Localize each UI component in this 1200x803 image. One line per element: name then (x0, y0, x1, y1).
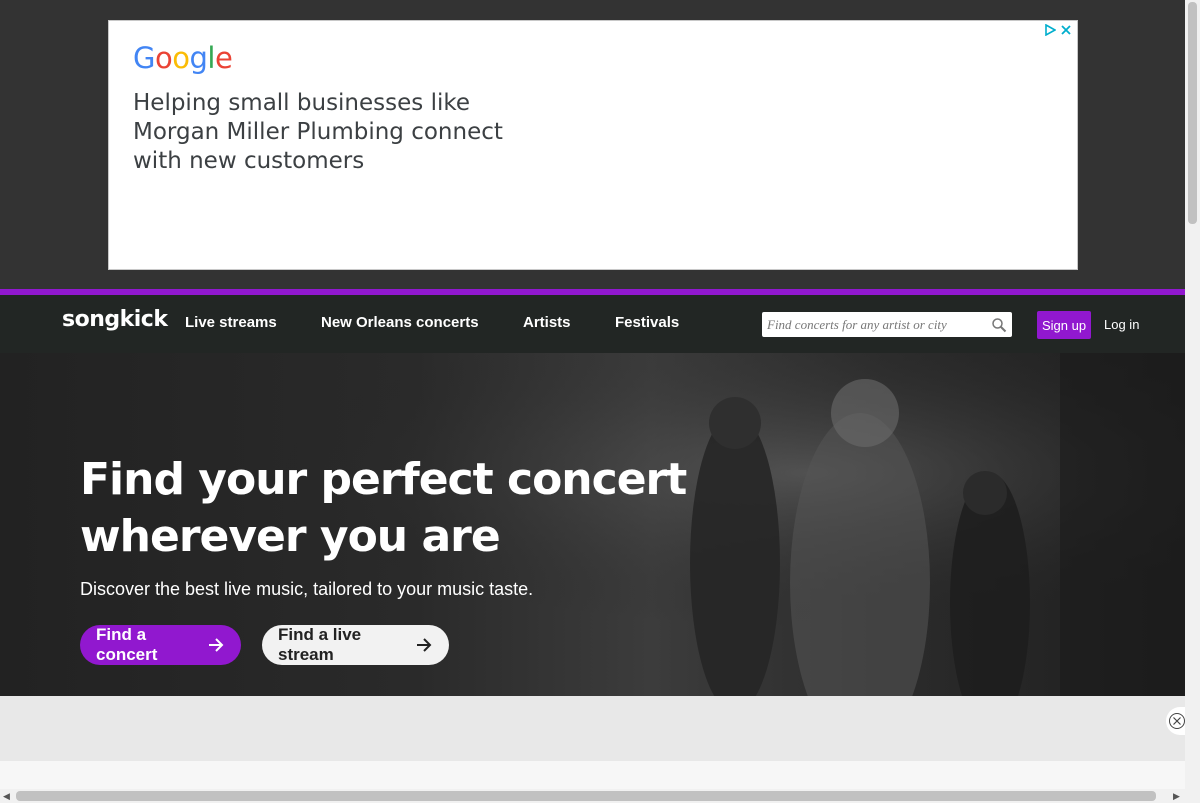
scroll-left-icon[interactable]: ◀ (3, 791, 13, 801)
top-nav: songkick Live streams New Orleans concer… (0, 295, 1185, 353)
arrow-right-icon (207, 636, 225, 654)
search-box (762, 312, 1012, 337)
nav-link-artists[interactable]: Artists (523, 314, 571, 331)
scroll-right-icon[interactable]: ▶ (1173, 791, 1183, 801)
close-icon[interactable] (1059, 23, 1073, 37)
vertical-scrollbar[interactable] (1185, 0, 1200, 789)
find-live-stream-label: Find a live stream (278, 625, 362, 664)
horizontal-scrollbar[interactable]: ◀ ▶ (0, 789, 1200, 803)
bottom-ad-slot (0, 696, 1185, 761)
hero-title: Find your perfect concert wherever you a… (80, 454, 687, 562)
google-ad-banner[interactable]: Google Helping small businesses like Mor… (108, 20, 1078, 270)
nav-link-festivals[interactable]: Festivals (615, 314, 679, 331)
hero-section: Find your perfect concert wherever you a… (0, 353, 1185, 696)
find-concert-label: Find a concert (96, 625, 158, 664)
page-content-area (0, 761, 1185, 789)
nav-link-live-streams[interactable]: Live streams (185, 314, 277, 331)
hero-subtitle: Discover the best live music, tailored t… (80, 579, 534, 599)
search-icon[interactable] (991, 317, 1007, 333)
arrow-right-icon (415, 636, 433, 654)
adchoices-icon[interactable] (1043, 23, 1057, 37)
find-live-stream-button[interactable]: Find a live stream (262, 625, 449, 665)
horizontal-scrollbar-thumb[interactable] (16, 791, 1156, 801)
find-concert-button[interactable]: Find a concert (80, 625, 241, 665)
google-logo: Google (133, 41, 233, 75)
search-input[interactable] (767, 312, 987, 337)
sign-up-button[interactable]: Sign up (1037, 311, 1091, 339)
log-in-link[interactable]: Log in (1104, 317, 1139, 332)
vertical-scrollbar-thumb[interactable] (1188, 2, 1197, 224)
songkick-logo[interactable]: songkick (62, 307, 168, 332)
ad-text[interactable]: Helping small businesses like Morgan Mil… (133, 89, 553, 176)
nav-link-new-orleans-concerts[interactable]: New Orleans concerts (321, 314, 479, 331)
